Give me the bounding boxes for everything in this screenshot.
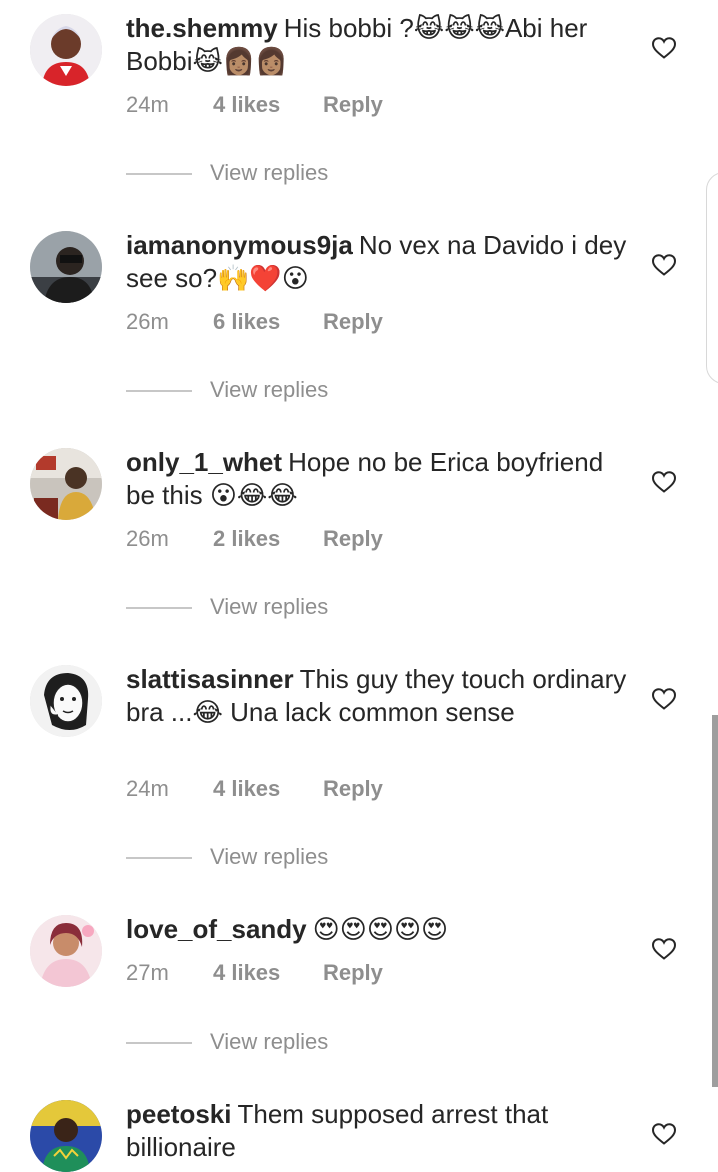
avatar-image <box>30 14 102 86</box>
reply-button[interactable]: Reply <box>323 960 383 986</box>
view-replies-label: View replies <box>210 160 329 185</box>
edge-panel-handle[interactable] <box>706 172 718 384</box>
view-replies-divider <box>126 607 192 610</box>
comment-username[interactable]: slattisasinner <box>126 664 294 694</box>
heart-outline-icon[interactable] <box>651 687 677 711</box>
heart-outline-icon[interactable] <box>651 253 677 277</box>
comment-time: 27m <box>126 960 169 985</box>
view-replies-divider <box>126 173 192 176</box>
comment-likes[interactable]: 4 likes <box>213 92 323 118</box>
avatar[interactable] <box>30 231 102 303</box>
avatar[interactable] <box>30 665 102 737</box>
reply-button[interactable]: Reply <box>323 526 383 552</box>
scrollbar-thumb[interactable] <box>712 715 718 1087</box>
view-replies-divider <box>126 390 192 393</box>
view-replies-divider <box>126 1042 192 1045</box>
comment-body: love_of_sandy 😍😍😍😍😍 <box>126 913 631 946</box>
view-replies-button[interactable]: View replies <box>126 377 328 403</box>
view-replies-button[interactable]: View replies <box>126 1029 328 1055</box>
comment-username[interactable]: peetoski <box>126 1099 232 1129</box>
comment-meta: 27m 4 likes Reply <box>126 960 383 986</box>
view-replies-button[interactable]: View replies <box>126 160 328 186</box>
comment-likes[interactable]: 2 likes <box>213 526 323 552</box>
reply-button[interactable]: Reply <box>323 309 383 335</box>
view-replies-label: View replies <box>210 594 329 619</box>
heart-outline-icon[interactable] <box>651 36 677 60</box>
avatar-image <box>30 1100 102 1172</box>
comment-username[interactable]: love_of_sandy <box>126 914 307 944</box>
avatar[interactable] <box>30 1100 102 1172</box>
avatar[interactable] <box>30 448 102 520</box>
comment-body: only_1_whet Hope no be Erica boyfriend be… <box>126 446 631 512</box>
comment-text: 😍😍😍😍😍 <box>312 914 449 944</box>
comment-username[interactable]: only_1_whet <box>126 447 282 477</box>
view-replies-divider <box>126 857 192 860</box>
avatar[interactable] <box>30 14 102 86</box>
heart-outline-icon[interactable] <box>651 470 677 494</box>
view-replies-label: View replies <box>210 1029 329 1054</box>
comment-meta: 26m 6 likes Reply <box>126 309 383 335</box>
comment-body: peetoski Them supposed arrest that billio… <box>126 1098 631 1164</box>
heart-outline-icon[interactable] <box>651 937 677 961</box>
comment-username[interactable]: iamanonymous9ja <box>126 230 353 260</box>
avatar[interactable] <box>30 915 102 987</box>
comment-time: 26m <box>126 526 169 551</box>
comment-body: slattisasinner This guy they touch ordina… <box>126 663 631 729</box>
view-replies-label: View replies <box>210 377 329 402</box>
avatar-image <box>30 231 102 303</box>
view-replies-label: View replies <box>210 844 329 869</box>
heart-outline-icon[interactable] <box>651 1122 677 1146</box>
comment-body: iamanonymous9ja No vex na Davido i dey se… <box>126 229 631 295</box>
comment-likes[interactable]: 6 likes <box>213 309 323 335</box>
comment-time: 24m <box>126 776 169 801</box>
reply-button[interactable]: Reply <box>323 776 383 802</box>
comment-likes[interactable]: 4 likes <box>213 776 323 802</box>
comment-time: 26m <box>126 309 169 334</box>
comment-username[interactable]: the.shemmy <box>126 13 278 43</box>
comment-time: 24m <box>126 92 169 117</box>
comment-likes[interactable]: 4 likes <box>213 960 323 986</box>
view-replies-button[interactable]: View replies <box>126 594 328 620</box>
comment-meta: 24m 4 likes Reply <box>126 92 383 118</box>
comment-meta: 26m 2 likes Reply <box>126 526 383 552</box>
view-replies-button[interactable]: View replies <box>126 844 328 870</box>
reply-button[interactable]: Reply <box>323 92 383 118</box>
comment-meta: 24m 4 likes Reply <box>126 776 383 802</box>
avatar-image <box>30 448 102 520</box>
avatar-image <box>30 665 102 737</box>
avatar-image <box>30 915 102 987</box>
comment-body: the.shemmy His bobbi ?😹😹😹Abi her Bobbi😹👩🏽… <box>126 12 631 78</box>
